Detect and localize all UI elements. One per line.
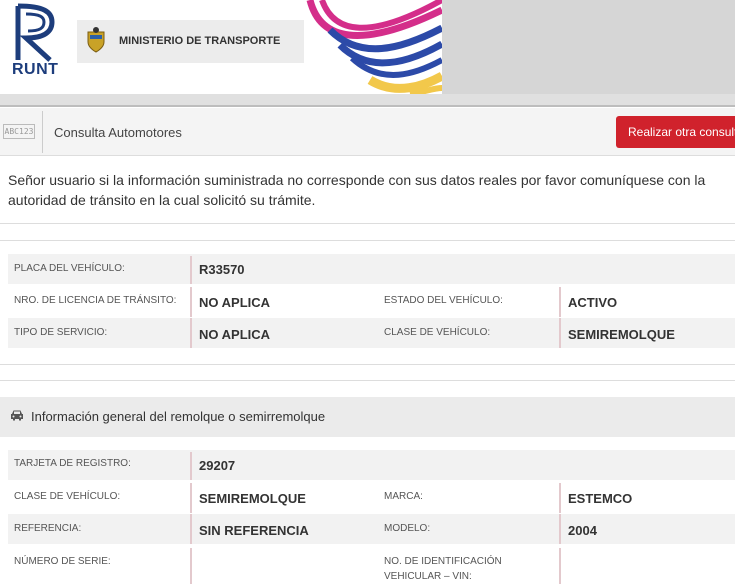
divider — [0, 240, 735, 241]
section-header[interactable]: Información general del remolque o semir… — [0, 397, 735, 437]
marca-label: MARCA: — [384, 491, 423, 502]
runt-logo-text: RUNT — [12, 61, 59, 78]
placa-label: PLACA DEL VEHÍCULO: — [14, 263, 125, 274]
servicio-value: NO APLICA — [199, 327, 271, 342]
cell-separator — [190, 514, 192, 544]
table-row: TIPO DE SERVICIO: NO APLICA CLASE DE VEH… — [8, 318, 735, 348]
placa-value: R33570 — [199, 262, 245, 277]
table-row: REFERENCIA: SIN REFERENCIA MODELO: 2004 — [8, 514, 735, 544]
cell-separator — [559, 483, 561, 513]
tarjeta-value: 29207 — [199, 458, 236, 473]
estado-label: ESTADO DEL VEHÍCULO: — [384, 295, 503, 306]
modelo-value: 2004 — [568, 523, 597, 538]
car-icon — [11, 410, 23, 421]
referencia-value: SIN REFERENCIA — [199, 523, 309, 538]
vin-label-line2: VEHICULAR – VIN: — [384, 571, 472, 582]
cell-separator — [190, 256, 192, 284]
cell-separator — [190, 452, 192, 480]
tarjeta-label: TARJETA DE REGISTRO: — [14, 458, 131, 469]
table-row: NÚMERO DE SERIE: NO. DE IDENTIFICACIÓN V… — [8, 546, 735, 584]
table-row: TARJETA DE REGISTRO: 29207 — [8, 450, 735, 480]
cell-separator — [190, 548, 192, 584]
clase-value: SEMIREMOLQUE — [199, 491, 306, 506]
cell-separator — [559, 514, 561, 544]
cell-separator — [559, 287, 561, 317]
site-header: RUNT MINISTERIO DE TRANSPORTE — [0, 0, 735, 107]
licencia-label: NRO. DE LICENCIA DE TRÁNSITO: — [14, 295, 177, 306]
table-row: CLASE DE VEHÍCULO: SEMIREMOLQUE MARCA: E… — [8, 482, 735, 513]
clase-label: CLASE DE VEHÍCULO: — [384, 327, 491, 338]
ministry-name: MINISTERIO DE TRANSPORTE — [119, 35, 281, 47]
divider — [0, 380, 735, 381]
clase-value: SEMIREMOLQUE — [568, 327, 675, 342]
marca-value: ESTEMCO — [568, 491, 633, 506]
vin-label-line1: NO. DE IDENTIFICACIÓN — [384, 556, 502, 567]
clase-label: CLASE DE VEHÍCULO: — [14, 491, 121, 502]
serie-label: NÚMERO DE SERIE: — [14, 556, 111, 567]
modelo-label: MODELO: — [384, 523, 431, 534]
ministry-logo: MINISTERIO DE TRANSPORTE — [77, 20, 304, 63]
page-title: Consulta Automotores — [54, 125, 182, 140]
header-divider — [0, 94, 735, 107]
coat-of-arms-icon — [87, 27, 105, 53]
licencia-value: NO APLICA — [199, 295, 271, 310]
cell-separator — [559, 318, 561, 348]
cell-separator — [559, 548, 561, 584]
flag-wave-graphic — [306, 0, 442, 94]
divider — [0, 364, 735, 365]
cell-separator — [190, 483, 192, 513]
license-plate-icon: ABC123 — [3, 124, 35, 139]
user-notice: Señor usuario si la información suminist… — [8, 172, 706, 208]
new-query-button[interactable]: Realizar otra consulta — [616, 116, 735, 148]
cell-separator — [190, 318, 192, 348]
table-row: PLACA DEL VEHÍCULO: R33570 — [8, 254, 735, 284]
header-banner: RUNT MINISTERIO DE TRANSPORTE — [0, 0, 442, 94]
title-separator — [42, 111, 43, 153]
servicio-label: TIPO DE SERVICIO: — [14, 327, 108, 338]
divider — [0, 223, 735, 224]
section-title: Información general del remolque o semir… — [31, 409, 326, 424]
estado-value: ACTIVO — [568, 295, 618, 310]
cell-separator — [190, 287, 192, 317]
referencia-label: REFERENCIA: — [14, 523, 82, 534]
table-row: NRO. DE LICENCIA DE TRÁNSITO: NO APLICA … — [8, 286, 735, 317]
